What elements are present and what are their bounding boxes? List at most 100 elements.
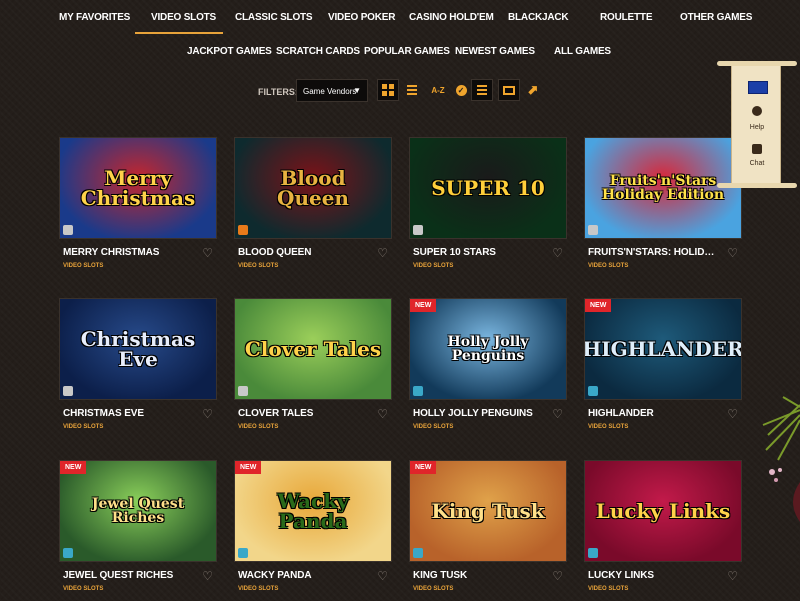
game-thumbnail[interactable]: Fruits'n'Stars Holiday Edition [584, 137, 742, 239]
game-logo-art: Lucky Links [585, 461, 741, 561]
game-name[interactable]: HIGHLANDER [588, 408, 654, 419]
subnav-jackpot-games[interactable]: JACKPOT GAMES [187, 46, 272, 57]
game-tile[interactable]: Blood Queen BLOOD QUEEN ♡ VIDEO SLOTS [234, 137, 392, 269]
new-badge: NEW [585, 299, 612, 312]
nav-other-games[interactable]: OTHER GAMES [680, 12, 752, 23]
game-logo-art: SUPER 10 [410, 138, 566, 238]
game-name[interactable]: BLOOD QUEEN [238, 247, 311, 258]
sort-az-label: A-Z [431, 85, 445, 95]
expand-button[interactable]: ⬈ [522, 79, 544, 101]
nav-video-poker[interactable]: VIDEO POKER [328, 12, 395, 23]
nav-video-slots[interactable]: VIDEO SLOTS [151, 12, 216, 23]
game-tile[interactable]: Fruits'n'Stars Holiday Edition FRUITS'N'S… [584, 137, 742, 269]
favorite-heart-icon[interactable]: ♡ [552, 569, 563, 583]
game-name[interactable]: MERRY CHRISTMAS [63, 247, 159, 258]
game-vendors-select[interactable]: Game Vendors ▼ [296, 79, 368, 102]
game-logo-text: SUPER 10 [431, 176, 545, 200]
sort-az-button[interactable]: A-Z [427, 79, 449, 101]
chat-label[interactable]: Chat [732, 160, 782, 167]
detail-list-button[interactable] [471, 79, 493, 101]
game-tile[interactable]: Jewel Quest Riches NEW JEWEL QUEST RICHES ♡… [59, 460, 217, 592]
game-logo-art: Fruits'n'Stars Holiday Edition [585, 138, 741, 238]
game-tile[interactable]: King Tusk NEW KING TUSK ♡ VIDEO SLOTS [409, 460, 567, 592]
game-thumbnail[interactable]: Lucky Links [584, 460, 742, 562]
game-title-row: BLOOD QUEEN ♡ [234, 246, 392, 260]
nav-classic-slots[interactable]: CLASSIC SLOTS [235, 12, 313, 23]
game-category: VIDEO SLOTS [588, 424, 629, 430]
help-icon[interactable] [752, 106, 762, 116]
game-thumbnail[interactable]: SUPER 10 [409, 137, 567, 239]
eu-flag-icon[interactable] [748, 81, 768, 94]
subnav-scratch-cards[interactable]: SCRATCH CARDS [276, 46, 360, 57]
check-filter-button[interactable]: ✓ [450, 79, 472, 101]
game-title-row: HIGHLANDER ♡ [584, 407, 742, 421]
game-thumbnail[interactable]: Holly Jolly Penguins NEW [409, 298, 567, 400]
nav-blackjack[interactable]: BLACKJACK [508, 12, 569, 23]
screen-view-button[interactable] [498, 79, 520, 101]
game-name[interactable]: CHRISTMAS EVE [63, 408, 144, 419]
game-name[interactable]: SUPER 10 STARS [413, 247, 496, 258]
filters-label: FILTERS: [258, 87, 298, 97]
game-tile[interactable]: SUPER 10 SUPER 10 STARS ♡ VIDEO SLOTS [409, 137, 567, 269]
nav-casino-holdem[interactable]: CASINO HOLD'EM [409, 12, 494, 23]
mg-icon [413, 386, 423, 396]
game-tile[interactable]: Clover Tales CLOVER TALES ♡ VIDEO SLOTS [234, 298, 392, 430]
chat-icon[interactable] [752, 144, 762, 154]
game-tile[interactable]: Holly Jolly Penguins NEW HOLLY JOLLY PENGU… [409, 298, 567, 430]
favorite-heart-icon[interactable]: ♡ [552, 407, 563, 421]
game-thumbnail[interactable]: Clover Tales [234, 298, 392, 400]
game-name[interactable]: HOLLY JOLLY PENGUINS [413, 408, 533, 419]
favorite-heart-icon[interactable]: ♡ [202, 569, 213, 583]
game-name[interactable]: LUCKY LINKS [588, 570, 654, 581]
game-thumbnail[interactable]: Christmas Eve [59, 298, 217, 400]
grid-icon [382, 84, 394, 96]
subnav-popular-games[interactable]: POPULAR GAMES [364, 46, 450, 57]
game-tile[interactable]: HIGHLANDER NEW HIGHLANDER ♡ VIDEO SLOTS [584, 298, 742, 430]
game-thumbnail[interactable]: Jewel Quest Riches NEW [59, 460, 217, 562]
nav-roulette[interactable]: ROULETTE [600, 12, 652, 23]
help-label[interactable]: Help [732, 124, 782, 131]
favorite-heart-icon[interactable]: ♡ [727, 246, 738, 260]
game-thumbnail[interactable]: Wacky Panda NEW [234, 460, 392, 562]
subnav-all-games[interactable]: ALL GAMES [554, 46, 611, 57]
favorite-heart-icon[interactable]: ♡ [377, 407, 388, 421]
favorite-heart-icon[interactable]: ♡ [727, 407, 738, 421]
check-icon: ✓ [455, 84, 467, 96]
game-category: VIDEO SLOTS [63, 424, 104, 430]
mg-icon [588, 548, 598, 558]
game-title-row: MERRY CHRISTMAS ♡ [59, 246, 217, 260]
game-thumbnail[interactable]: Blood Queen [234, 137, 392, 239]
s-icon [63, 386, 73, 396]
nav-my-favorites[interactable]: MY FAVORITES [59, 12, 130, 23]
game-name[interactable]: KING TUSK [413, 570, 467, 581]
game-tile[interactable]: Lucky Links LUCKY LINKS ♡ VIDEO SLOTS [584, 460, 742, 592]
arrow-up-right-icon: ⬈ [527, 82, 539, 97]
favorite-heart-icon[interactable]: ♡ [202, 407, 213, 421]
favorite-heart-icon[interactable]: ♡ [727, 569, 738, 583]
favorite-heart-icon[interactable]: ♡ [552, 246, 563, 260]
game-logo-art: HIGHLANDER [585, 299, 741, 399]
game-thumbnail[interactable]: Merry Christmas [59, 137, 217, 239]
game-logo-text: HIGHLANDER [584, 337, 742, 361]
favorite-heart-icon[interactable]: ♡ [377, 569, 388, 583]
game-thumbnail[interactable]: HIGHLANDER NEW [584, 298, 742, 400]
game-tile[interactable]: Merry Christmas MERRY CHRISTMAS ♡ VIDEO SLO… [59, 137, 217, 269]
s-icon [63, 225, 73, 235]
game-name[interactable]: JEWEL QUEST RICHES [63, 570, 173, 581]
game-name[interactable]: FRUITS'N'STARS: HOLIDAY E... [588, 247, 718, 258]
subnav-newest-games[interactable]: NEWEST GAMES [455, 46, 535, 57]
game-name[interactable]: CLOVER TALES [238, 408, 313, 419]
side-help-widget: Help Chat [717, 61, 797, 188]
game-name[interactable]: WACKY PANDA [238, 570, 312, 581]
game-tile[interactable]: Christmas Eve CHRISTMAS EVE ♡ VIDEO SLOTS [59, 298, 217, 430]
favorite-heart-icon[interactable]: ♡ [202, 246, 213, 260]
scroll-top-bar [717, 61, 797, 66]
game-tile[interactable]: Wacky Panda NEW WACKY PANDA ♡ VIDEO SLOTS [234, 460, 392, 592]
game-category: VIDEO SLOTS [588, 586, 629, 592]
game-thumbnail[interactable]: King Tusk NEW [409, 460, 567, 562]
game-category: VIDEO SLOTS [588, 263, 629, 269]
grid-view-button[interactable] [377, 79, 399, 101]
list-view-button[interactable] [401, 79, 423, 101]
game-category: VIDEO SLOTS [413, 263, 454, 269]
favorite-heart-icon[interactable]: ♡ [377, 246, 388, 260]
